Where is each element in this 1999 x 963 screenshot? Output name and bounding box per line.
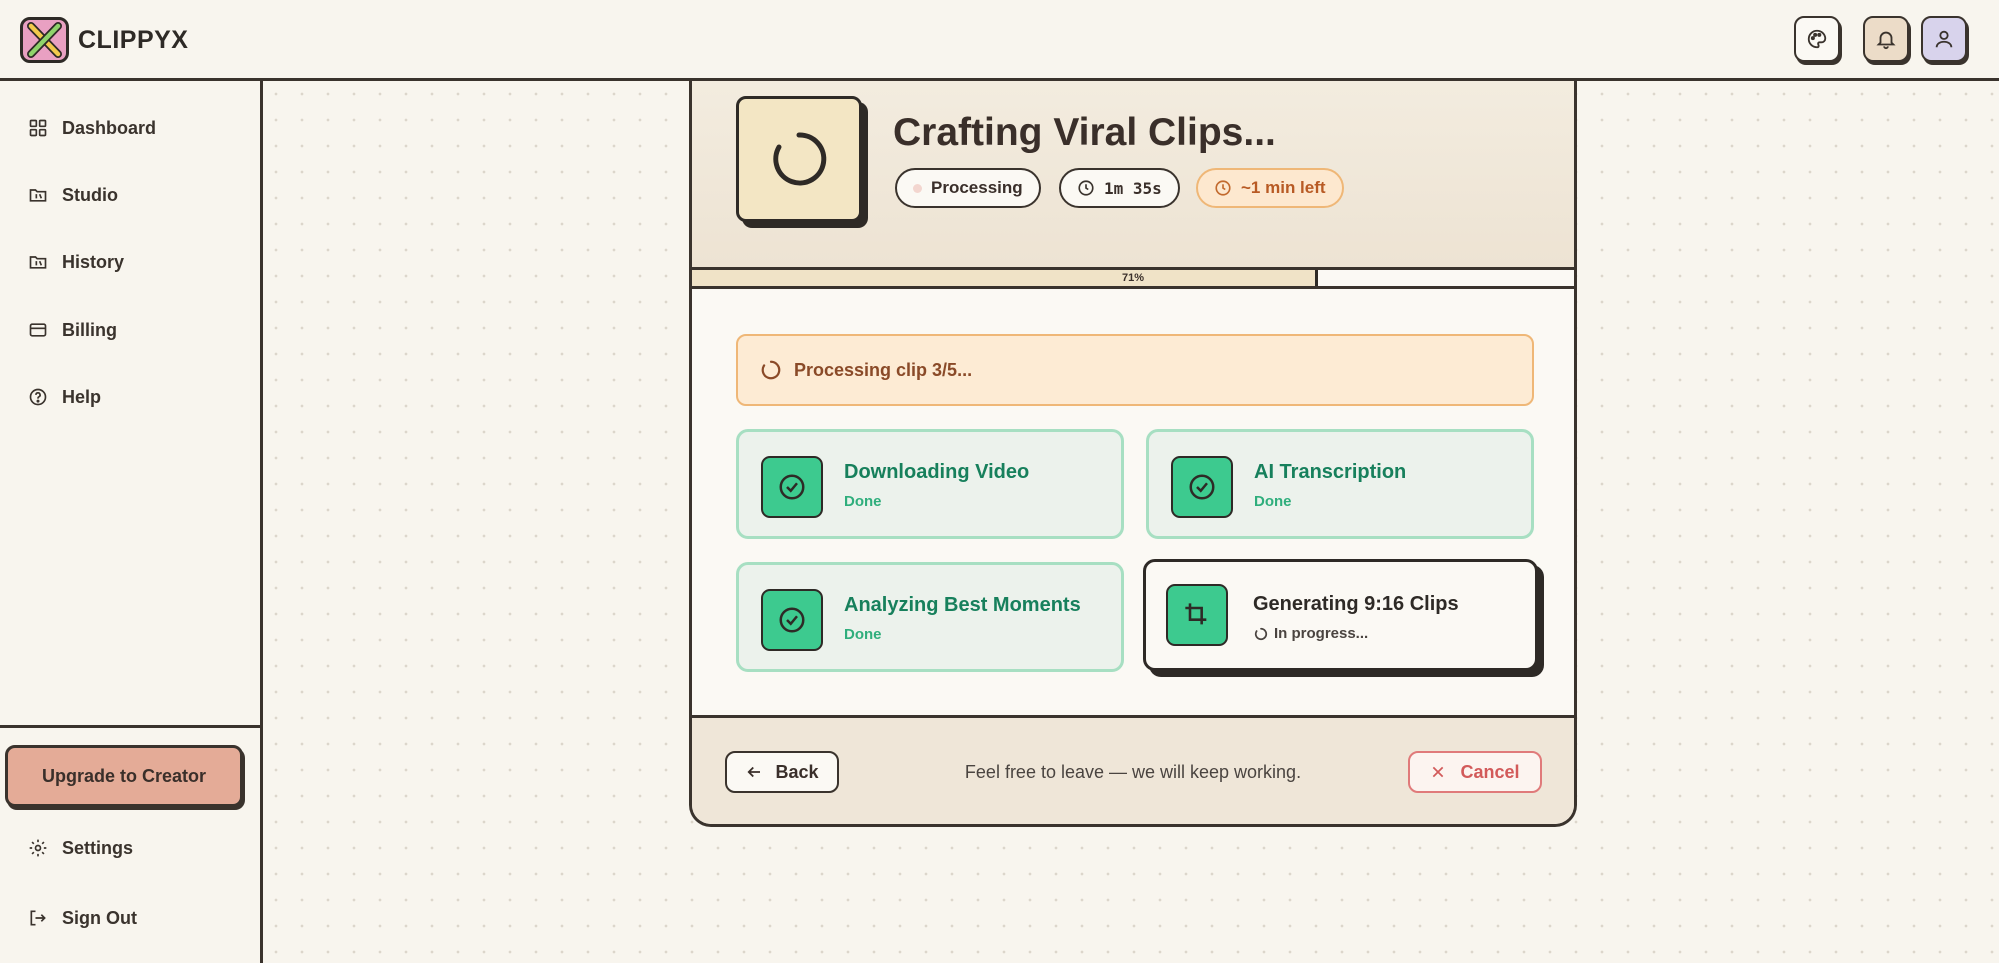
step-status-text: Done (1254, 493, 1292, 510)
cancel-button-label: Cancel (1460, 761, 1520, 782)
user-icon (1935, 30, 1953, 48)
status-text: Processing (931, 178, 1023, 197)
sidebar-item-label: Dashboard (62, 117, 157, 138)
loading-spinner-icon (773, 132, 827, 186)
progress-label: 71% (1121, 272, 1145, 284)
step-status-text: In progress... (1274, 625, 1369, 642)
step-title: Downloading Video (844, 461, 1030, 483)
sidebar-item-billing[interactable]: Billing (28, 315, 117, 345)
progress-bar: 71% (692, 267, 1574, 289)
sidebar-item-studio[interactable]: Studio (28, 180, 118, 210)
processing-spinner (736, 96, 862, 222)
elapsed-time: 1m 35s (1104, 178, 1162, 198)
time-remaining-badge: ~1 min left (1196, 168, 1344, 208)
sidebar-item-label: Sign Out (62, 907, 137, 928)
step-title: Generating 9:16 Clips (1253, 593, 1459, 615)
back-button[interactable]: Back (725, 751, 839, 793)
status-dot-icon (913, 183, 922, 193)
palette-icon (1807, 29, 1827, 49)
time-remaining: ~1 min left (1241, 178, 1326, 197)
card-footer: Feel free to leave — we will keep workin… (692, 715, 1574, 824)
theme-button[interactable] (1794, 16, 1840, 62)
step-status: In progress... (1254, 625, 1368, 642)
gear-icon (29, 839, 47, 857)
grid-icon (29, 119, 47, 137)
step-card-generating: Generating 9:16 Clips In progress... (1143, 559, 1538, 671)
page-title: Crafting Viral Clips... (893, 111, 1276, 154)
check-circle-icon (779, 474, 805, 500)
notifications-button[interactable] (1863, 16, 1909, 62)
sidebar-item-sign-out[interactable]: Sign Out (28, 903, 137, 933)
sidebar-item-dashboard[interactable]: Dashboard (28, 113, 156, 143)
arrow-left-icon (747, 766, 761, 778)
bell-icon (1876, 31, 1896, 50)
step-title: Analyzing Best Moments (844, 594, 1081, 616)
sidebar: Dashboard Studio History Billing Help Up… (0, 81, 263, 963)
step-icon (1171, 456, 1233, 518)
app-logo[interactable] (20, 17, 69, 63)
sign-out-icon (30, 910, 46, 926)
back-button-label: Back (775, 761, 819, 782)
step-status: Done (844, 493, 882, 510)
elapsed-time-badge: 1m 35s (1059, 168, 1180, 208)
sidebar-item-help[interactable]: Help (28, 382, 101, 412)
help-circle-icon (29, 388, 47, 406)
step-card-transcription: AI Transcription Done (1146, 429, 1534, 539)
sidebar-item-label: Billing (62, 319, 117, 340)
step-status: Done (844, 626, 882, 643)
clock-icon (1215, 180, 1231, 196)
step-card-analyzing: Analyzing Best Moments Done (736, 562, 1124, 672)
clock-icon (1078, 180, 1094, 196)
app-name: CLIPPYX (78, 26, 189, 54)
cancel-button[interactable]: Cancel (1408, 751, 1542, 793)
close-icon (1433, 766, 1444, 778)
card-header: Crafting Viral Clips... Processing 1m 35… (692, 81, 1574, 267)
sidebar-item-label: Help (62, 386, 102, 407)
step-title: AI Transcription (1254, 461, 1407, 483)
processing-card: Crafting Viral Clips... Processing 1m 35… (689, 81, 1577, 827)
step-status-text: Done (844, 493, 882, 510)
status-badge: Processing (895, 168, 1041, 208)
sidebar-item-label: Studio (62, 184, 118, 205)
sidebar-item-history[interactable]: History (28, 247, 124, 277)
loading-spinner-icon (1254, 627, 1268, 640)
credit-card-icon (29, 323, 47, 337)
check-circle-icon (779, 607, 805, 633)
current-step-banner: Processing clip 3/5... (736, 334, 1534, 406)
sidebar-item-settings[interactable]: Settings (28, 833, 133, 863)
profile-button[interactable] (1921, 16, 1967, 62)
sidebar-item-label: History (62, 251, 125, 272)
sidebar-divider (0, 725, 260, 728)
step-card-downloading: Downloading Video Done (736, 429, 1124, 539)
step-icon (761, 589, 823, 651)
top-bar: CLIPPYX (0, 0, 1999, 81)
step-icon (761, 456, 823, 518)
sidebar-item-label: Settings (62, 837, 134, 858)
history-icon (29, 256, 47, 269)
step-icon (1166, 584, 1228, 646)
crop-icon (1185, 603, 1207, 625)
step-status: Done (1254, 493, 1292, 510)
upgrade-button[interactable]: Upgrade to Creator (5, 745, 243, 807)
step-status-text: Done (844, 626, 882, 643)
loading-spinner-icon (761, 360, 781, 380)
banner-text: Processing clip 3/5... (794, 359, 973, 380)
check-circle-icon (1189, 474, 1215, 500)
studio-icon (29, 189, 47, 202)
